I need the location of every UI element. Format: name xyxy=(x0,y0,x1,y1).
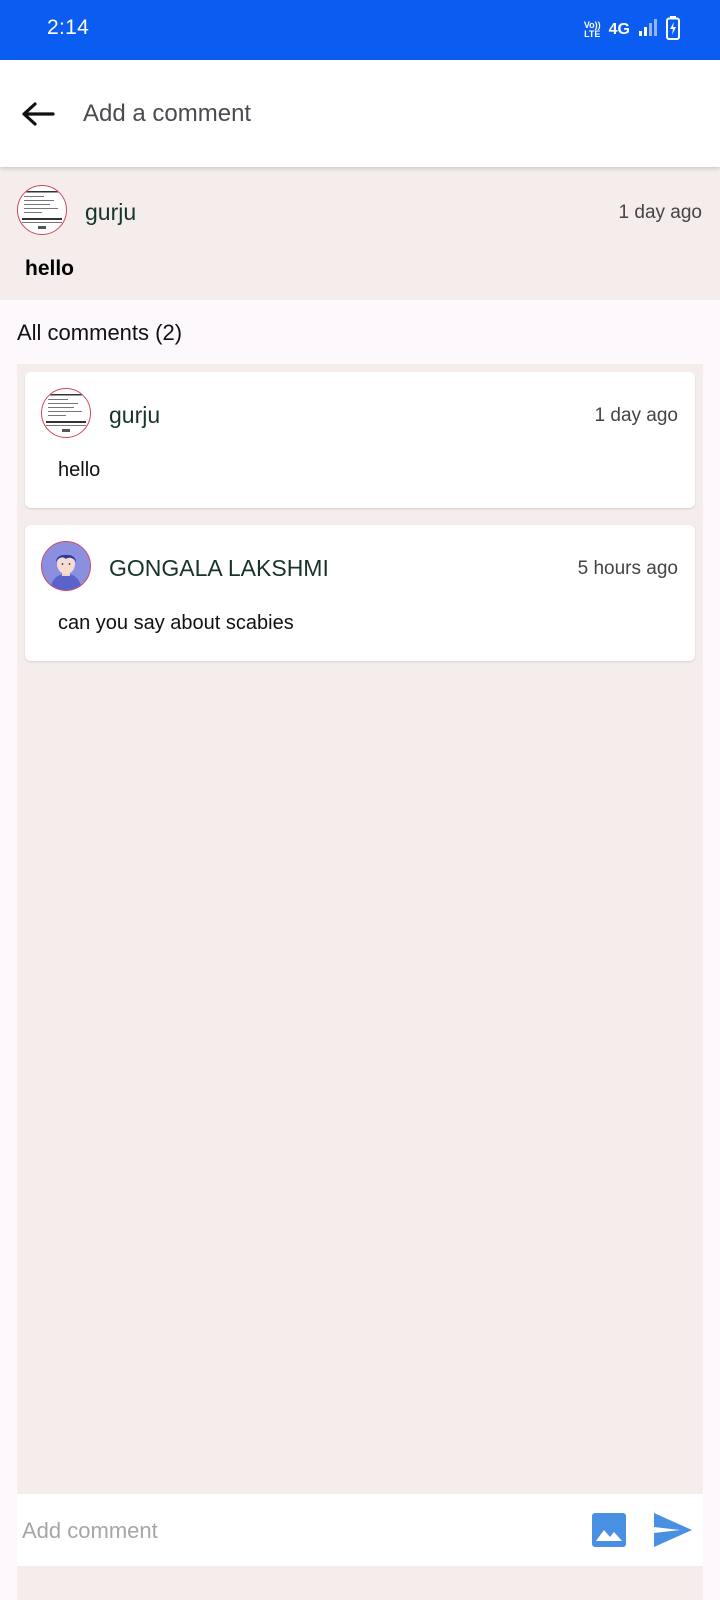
original-post: gurju 1 day ago hello xyxy=(0,167,720,300)
battery-charging-icon xyxy=(666,15,680,45)
comment-time: 5 hours ago xyxy=(577,558,678,579)
attach-image-button[interactable] xyxy=(589,1510,629,1550)
comment-text: hello xyxy=(58,459,101,481)
post-time: 1 day ago xyxy=(618,202,702,223)
arrow-left-icon xyxy=(22,102,55,126)
avatar xyxy=(41,541,91,591)
post-text: hello xyxy=(25,257,75,280)
comment-card: GONGALA LAKSHMI 5 hours ago can you say … xyxy=(25,525,695,661)
app-header: Add a comment xyxy=(0,60,720,167)
comment-author[interactable]: gurju xyxy=(109,402,160,429)
bottom-strip xyxy=(17,1566,703,1600)
volte-icon: Vo)) LTE xyxy=(584,21,601,39)
status-icons: Vo)) LTE 4G xyxy=(584,15,680,45)
post-author[interactable]: gurju xyxy=(85,199,136,226)
send-icon xyxy=(654,1513,692,1547)
comment-time: 1 day ago xyxy=(594,405,678,426)
image-icon xyxy=(592,1513,626,1547)
comments-heading: All comments (2) xyxy=(17,320,183,345)
avatar xyxy=(17,185,67,235)
signal-icon xyxy=(638,18,658,42)
comment-text: can you say about scabies xyxy=(58,612,294,634)
back-button[interactable] xyxy=(14,90,62,138)
comment-input[interactable] xyxy=(20,1504,584,1558)
page-title: Add a comment xyxy=(83,100,252,127)
comment-input-bar xyxy=(17,1494,703,1566)
volte-bottom-label: LTE xyxy=(584,29,601,39)
comment-author[interactable]: GONGALA LAKSHMI xyxy=(109,555,329,582)
avatar xyxy=(41,388,91,438)
status-time: 2:14 xyxy=(47,16,90,39)
status-bar: 2:14 Vo)) LTE 4G xyxy=(0,0,720,60)
comment-card: gurju 1 day ago hello xyxy=(25,372,695,508)
network-type: 4G xyxy=(608,21,630,38)
send-button[interactable] xyxy=(651,1510,695,1550)
comments-list: gurju 1 day ago hello GONGALA LAKSHMI 5 … xyxy=(17,364,703,1494)
